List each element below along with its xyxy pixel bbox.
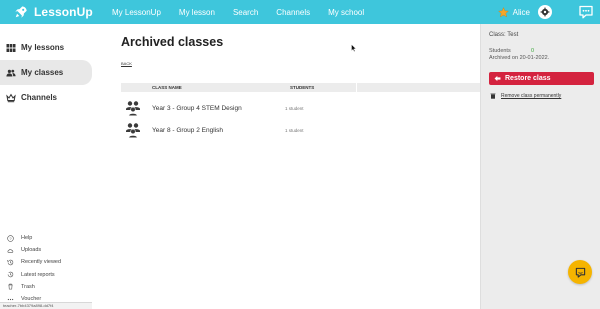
sidebar-item-label: Channels: [21, 93, 58, 102]
nav-channels[interactable]: Channels: [276, 8, 310, 17]
class-name: Year 3 - Group 4 STEM Design: [152, 104, 242, 112]
table-row[interactable]: Year 3 - Group 4 STEM Design 1 student: [121, 97, 480, 119]
student-count: 1 student: [285, 105, 304, 111]
sidebar-uploads-label: Uploads: [21, 247, 42, 254]
students-label: Students: [489, 48, 511, 54]
chat-icon: [579, 5, 593, 19]
help-icon: ?: [7, 234, 14, 242]
students-count: 0: [531, 48, 535, 54]
app-name: LessonUp: [34, 5, 93, 19]
trash-icon: [490, 93, 496, 99]
gear-icon: [540, 7, 550, 17]
rocket-icon: [15, 6, 27, 18]
top-bar: LessonUp My LessonUp My lesson Search Ch…: [0, 0, 600, 24]
remove-class-label: Remove class permanently: [501, 93, 562, 99]
reports-icon: [7, 271, 14, 278]
main-nav: My LessonUp My lesson Search Channels My…: [112, 8, 382, 17]
chat-button[interactable]: [578, 4, 594, 20]
mouse-cursor-icon: [351, 44, 357, 52]
archived-date: Archived on 20-01-2022.: [489, 55, 550, 61]
restore-class-label: Restore class: [505, 75, 551, 82]
nav-my-lessonup[interactable]: My LessonUp: [112, 8, 161, 17]
student-count: 1 student: [285, 127, 304, 133]
svg-text:?: ?: [9, 235, 12, 240]
sidebar-trash-label: Trash: [21, 283, 35, 290]
user-area: Alice: [497, 0, 600, 24]
status-url: teacher-7bb4379a898-dd7f4: [0, 302, 92, 309]
sidebar-help[interactable]: ? Help: [0, 232, 92, 244]
crown-icon: [6, 93, 16, 103]
sidebar-uploads[interactable]: Uploads: [0, 244, 92, 256]
trash-icon: [7, 283, 14, 290]
cloud-icon: [7, 247, 14, 254]
class-detail-panel: Class: Test Students 0 Archived on 20-01…: [480, 24, 600, 309]
class-name: Year 8 - Group 2 English: [152, 126, 223, 134]
history-icon: [7, 259, 14, 266]
column-header-students[interactable]: STUDENTS: [290, 85, 314, 90]
star-icon: [497, 6, 509, 18]
remove-class-link[interactable]: Remove class permanently: [490, 93, 561, 99]
sidebar-item-my-lessons[interactable]: My lessons: [0, 35, 92, 60]
panel-title: Class: Test: [489, 32, 519, 38]
column-divider: [356, 83, 357, 92]
nav-search[interactable]: Search: [233, 8, 258, 17]
grid-icon: [6, 43, 16, 53]
sidebar-item-my-classes[interactable]: My classes: [0, 60, 92, 85]
back-link[interactable]: BACK: [121, 61, 132, 66]
sidebar-item-label: My lessons: [21, 43, 65, 52]
group-icon: [125, 100, 141, 116]
sidebar: My lessons My classes Channels ? Help Up…: [0, 24, 92, 309]
table-row[interactable]: Year 8 - Group 2 English 1 student: [121, 119, 480, 141]
nav-my-lesson[interactable]: My lesson: [179, 8, 215, 17]
restore-class-button[interactable]: Restore class: [489, 72, 594, 85]
sidebar-recently-viewed-label: Recently viewed: [21, 259, 62, 266]
sidebar-item-label: My classes: [21, 68, 64, 77]
group-icon: [125, 122, 141, 138]
arrow-left-icon: [494, 75, 501, 82]
sidebar-trash[interactable]: Trash: [0, 281, 92, 293]
sidebar-item-channels[interactable]: Channels: [0, 85, 92, 110]
logo[interactable]: LessonUp: [14, 5, 104, 19]
sidebar-help-label: Help: [21, 235, 33, 242]
table-header: CLASS NAME STUDENTS: [121, 83, 480, 92]
sidebar-recently-viewed[interactable]: Recently viewed: [0, 256, 92, 268]
help-chat-button[interactable]: [568, 260, 592, 284]
sidebar-latest-reports-label: Latest reports: [21, 271, 55, 278]
sidebar-latest-reports[interactable]: Latest reports: [0, 269, 92, 281]
page-title: Archived classes: [121, 35, 224, 49]
user-name[interactable]: Alice: [513, 8, 530, 17]
settings-button[interactable]: [538, 5, 552, 19]
main-content: Archived classes BACK CLASS NAME STUDENT…: [92, 24, 480, 309]
chat-bubble-icon: [575, 267, 585, 278]
nav-my-school[interactable]: My school: [328, 8, 364, 17]
column-header-class-name[interactable]: CLASS NAME: [152, 85, 182, 90]
people-icon: [6, 68, 16, 78]
